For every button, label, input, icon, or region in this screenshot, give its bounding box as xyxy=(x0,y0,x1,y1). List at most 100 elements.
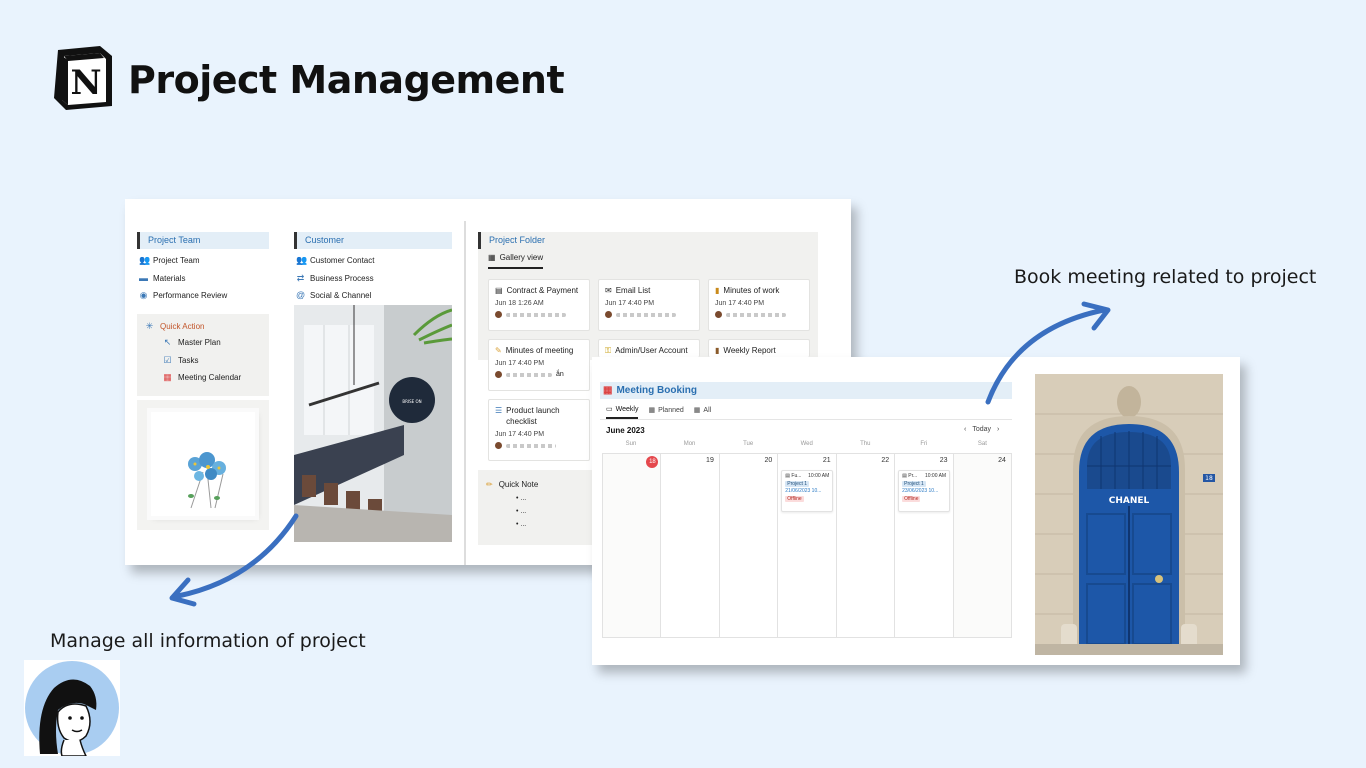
calendar-icon: ▭ xyxy=(606,406,613,413)
card-owner xyxy=(495,442,583,449)
chevron-right-icon[interactable]: › xyxy=(997,426,999,433)
gallery-view-tab[interactable]: ▦ Gallery view xyxy=(488,253,544,269)
office-image: BRISE ON xyxy=(294,305,452,542)
day-of-week-label: Mon xyxy=(683,441,696,447)
date-number: 23 xyxy=(939,457,948,464)
meeting-event-card[interactable]: ▤ Pr... 10:00 AM Project 1 23/06/2023 10...… xyxy=(898,470,951,512)
week-calendar: Sun Mon Tue Wed Thu Fri Sat 18 19 20 21 ▤ Fu... 10:… xyxy=(602,441,1012,638)
folder-icon: ▬ xyxy=(139,272,148,283)
materials-link[interactable]: ▬ Materials xyxy=(137,270,269,288)
calendar-day-cell[interactable]: 21 ▤ Fu... 10:00 AM Project 1 21/06/2023 10.… xyxy=(778,454,837,637)
social-channel-link[interactable]: @ Social & Channel xyxy=(294,287,452,305)
caption-manage-info: Manage all information of project xyxy=(50,630,366,652)
folder-card-admin[interactable]: ⚿ Admin/User Account xyxy=(598,339,700,357)
folder-card-minutes-meeting[interactable]: ✎ Minutes of meeting Jun 17 4:40 PM ắn xyxy=(488,339,590,391)
tasks-link[interactable]: ☑ Tasks xyxy=(145,352,261,370)
card-owner xyxy=(495,311,583,318)
tab-weekly[interactable]: ▭ Weekly xyxy=(606,405,639,419)
list-item: • ... xyxy=(516,508,527,515)
checkbox-icon: ☑ xyxy=(163,354,172,365)
sync-icon: ⇄ xyxy=(296,272,305,283)
caption-book-meeting: Book meeting related to project xyxy=(1014,266,1317,288)
today-button[interactable]: Today xyxy=(972,426,991,433)
meeting-booking-screenshot: ▦ Meeting Booking ▭ Weekly ▦ Planned ▦ All J… xyxy=(592,357,1240,665)
document-icon: ▤ xyxy=(495,286,503,295)
calendar-icon: ▦ xyxy=(163,372,172,383)
quick-action-box: ✳ Quick Action ↖ Master Plan ☑ Tasks ▦ Meeti… xyxy=(137,314,269,396)
date-number: 19 xyxy=(706,457,714,464)
customer-contact-link[interactable]: 👥 Customer Contact xyxy=(294,252,452,270)
status-badge: Offline xyxy=(785,496,804,502)
date-number: 21 xyxy=(822,457,831,464)
tab-planned[interactable]: ▦ Planned xyxy=(648,405,683,419)
day-of-week-label: Fri xyxy=(920,441,928,447)
folder-card-weekly-report[interactable]: ▮ Weekly Report xyxy=(708,339,810,357)
chanel-sign-text: CHANEL xyxy=(1109,496,1150,506)
calendar-day-cell[interactable]: 23 ▤ Pr... 10:00 AM Project 1 23/06/2023 10.… xyxy=(895,454,954,637)
table-icon: ▦ xyxy=(693,407,701,414)
calendar-grid: 18 19 20 21 ▤ Fu... 10:00 AM Project 1 21/06/20… xyxy=(602,453,1012,638)
folder-card-minutes-work[interactable]: ▮ Minutes of work Jun 17 4:40 PM xyxy=(708,279,810,331)
note-icon: ▮ xyxy=(715,286,720,295)
sparkle-icon: ✳ xyxy=(145,321,154,331)
calendar-day-cell[interactable]: 19 xyxy=(661,454,720,637)
date-number: 22 xyxy=(881,457,890,464)
svg-text:N: N xyxy=(70,63,101,103)
checklist-icon: ☰ xyxy=(495,406,503,415)
divider xyxy=(600,419,1012,420)
day-of-week-label: Tue xyxy=(743,441,754,447)
month-label: June 2023 xyxy=(606,426,645,435)
people-icon: 👥 xyxy=(139,255,151,266)
meeting-calendar-link[interactable]: ▦ Meeting Calendar xyxy=(145,369,261,387)
folder-card-email[interactable]: ✉ Email List Jun 17 4:40 PM xyxy=(598,279,700,331)
review-icon: ◉ xyxy=(139,290,148,301)
project-team-link[interactable]: 👥 Project Team xyxy=(137,252,269,270)
office-sign-text: BRISE ON xyxy=(402,399,421,404)
customer-section: Customer 👥 Customer Contact ⇄ Business Pro… xyxy=(294,232,452,305)
master-plan-link[interactable]: ↖ Master Plan xyxy=(145,334,261,352)
card-owner: ắn xyxy=(495,371,583,378)
calendar-icon: ▦ xyxy=(603,385,613,396)
project-tag: Project 1 xyxy=(785,481,809,487)
quick-action-heading: Quick Action xyxy=(160,322,205,331)
card-owner xyxy=(605,311,693,318)
table-icon: ▦ xyxy=(648,407,656,414)
performance-review-link[interactable]: ◉ Performance Review xyxy=(137,287,269,305)
project-team-heading: Project Team xyxy=(137,232,269,249)
view-tabs: ▭ Weekly ▦ Planned ▦ All xyxy=(606,405,711,419)
avatar xyxy=(495,442,502,449)
quick-note-heading: Quick Note xyxy=(498,480,539,489)
event-time: 10:00 AM xyxy=(808,473,830,479)
calendar-day-cell[interactable]: 22 xyxy=(837,454,896,637)
today-date-badge: 18 xyxy=(646,456,659,468)
list-item: • ... xyxy=(516,495,527,502)
calendar-day-cell[interactable]: 18 xyxy=(603,454,662,637)
business-process-link[interactable]: ⇄ Business Process xyxy=(294,270,452,288)
pencil-icon: ✏ xyxy=(486,480,493,489)
flower-icon xyxy=(188,452,226,509)
date-number: 24 xyxy=(998,457,1006,464)
event-time: 10:00 AM xyxy=(924,473,947,479)
page-title: Project Management xyxy=(128,58,565,102)
calendar-day-cell[interactable]: 24 xyxy=(953,454,1011,637)
author-avatar xyxy=(24,660,120,756)
project-team-section: Project Team 👥 Project Team ▬ Materials ◉ P… xyxy=(137,232,269,305)
tab-all[interactable]: ▦ All xyxy=(694,405,711,419)
grid-icon: ▦ xyxy=(488,253,496,262)
day-of-week-label: Sat xyxy=(977,441,987,447)
avatar xyxy=(715,311,722,318)
project-tag: Project 1 xyxy=(902,481,926,487)
notion-logo: N xyxy=(54,46,112,110)
folder-card-checklist[interactable]: ☰ Product launch checklist Jun 17 4:40 PM xyxy=(488,399,590,461)
calendar-day-cell[interactable]: 20 xyxy=(720,454,779,637)
project-folder-heading: Project Folder xyxy=(478,232,818,249)
key-icon: ⚿ xyxy=(605,346,612,355)
meeting-booking-heading: ▦ Meeting Booking xyxy=(600,382,1012,399)
folder-card-contract[interactable]: ▤ Contract & Payment Jun 18 1:26 AM xyxy=(488,279,590,331)
day-of-week-label: Thu xyxy=(860,441,871,447)
status-badge: Offline xyxy=(902,496,921,502)
quick-note-box: ✏ Quick Note • ... • ... • ... xyxy=(478,470,594,545)
people-icon: 👥 xyxy=(296,255,308,266)
meeting-event-card[interactable]: ▤ Fu... 10:00 AM Project 1 21/06/2023 10...… xyxy=(781,470,834,512)
chevron-left-icon[interactable]: ‹ xyxy=(964,426,966,433)
